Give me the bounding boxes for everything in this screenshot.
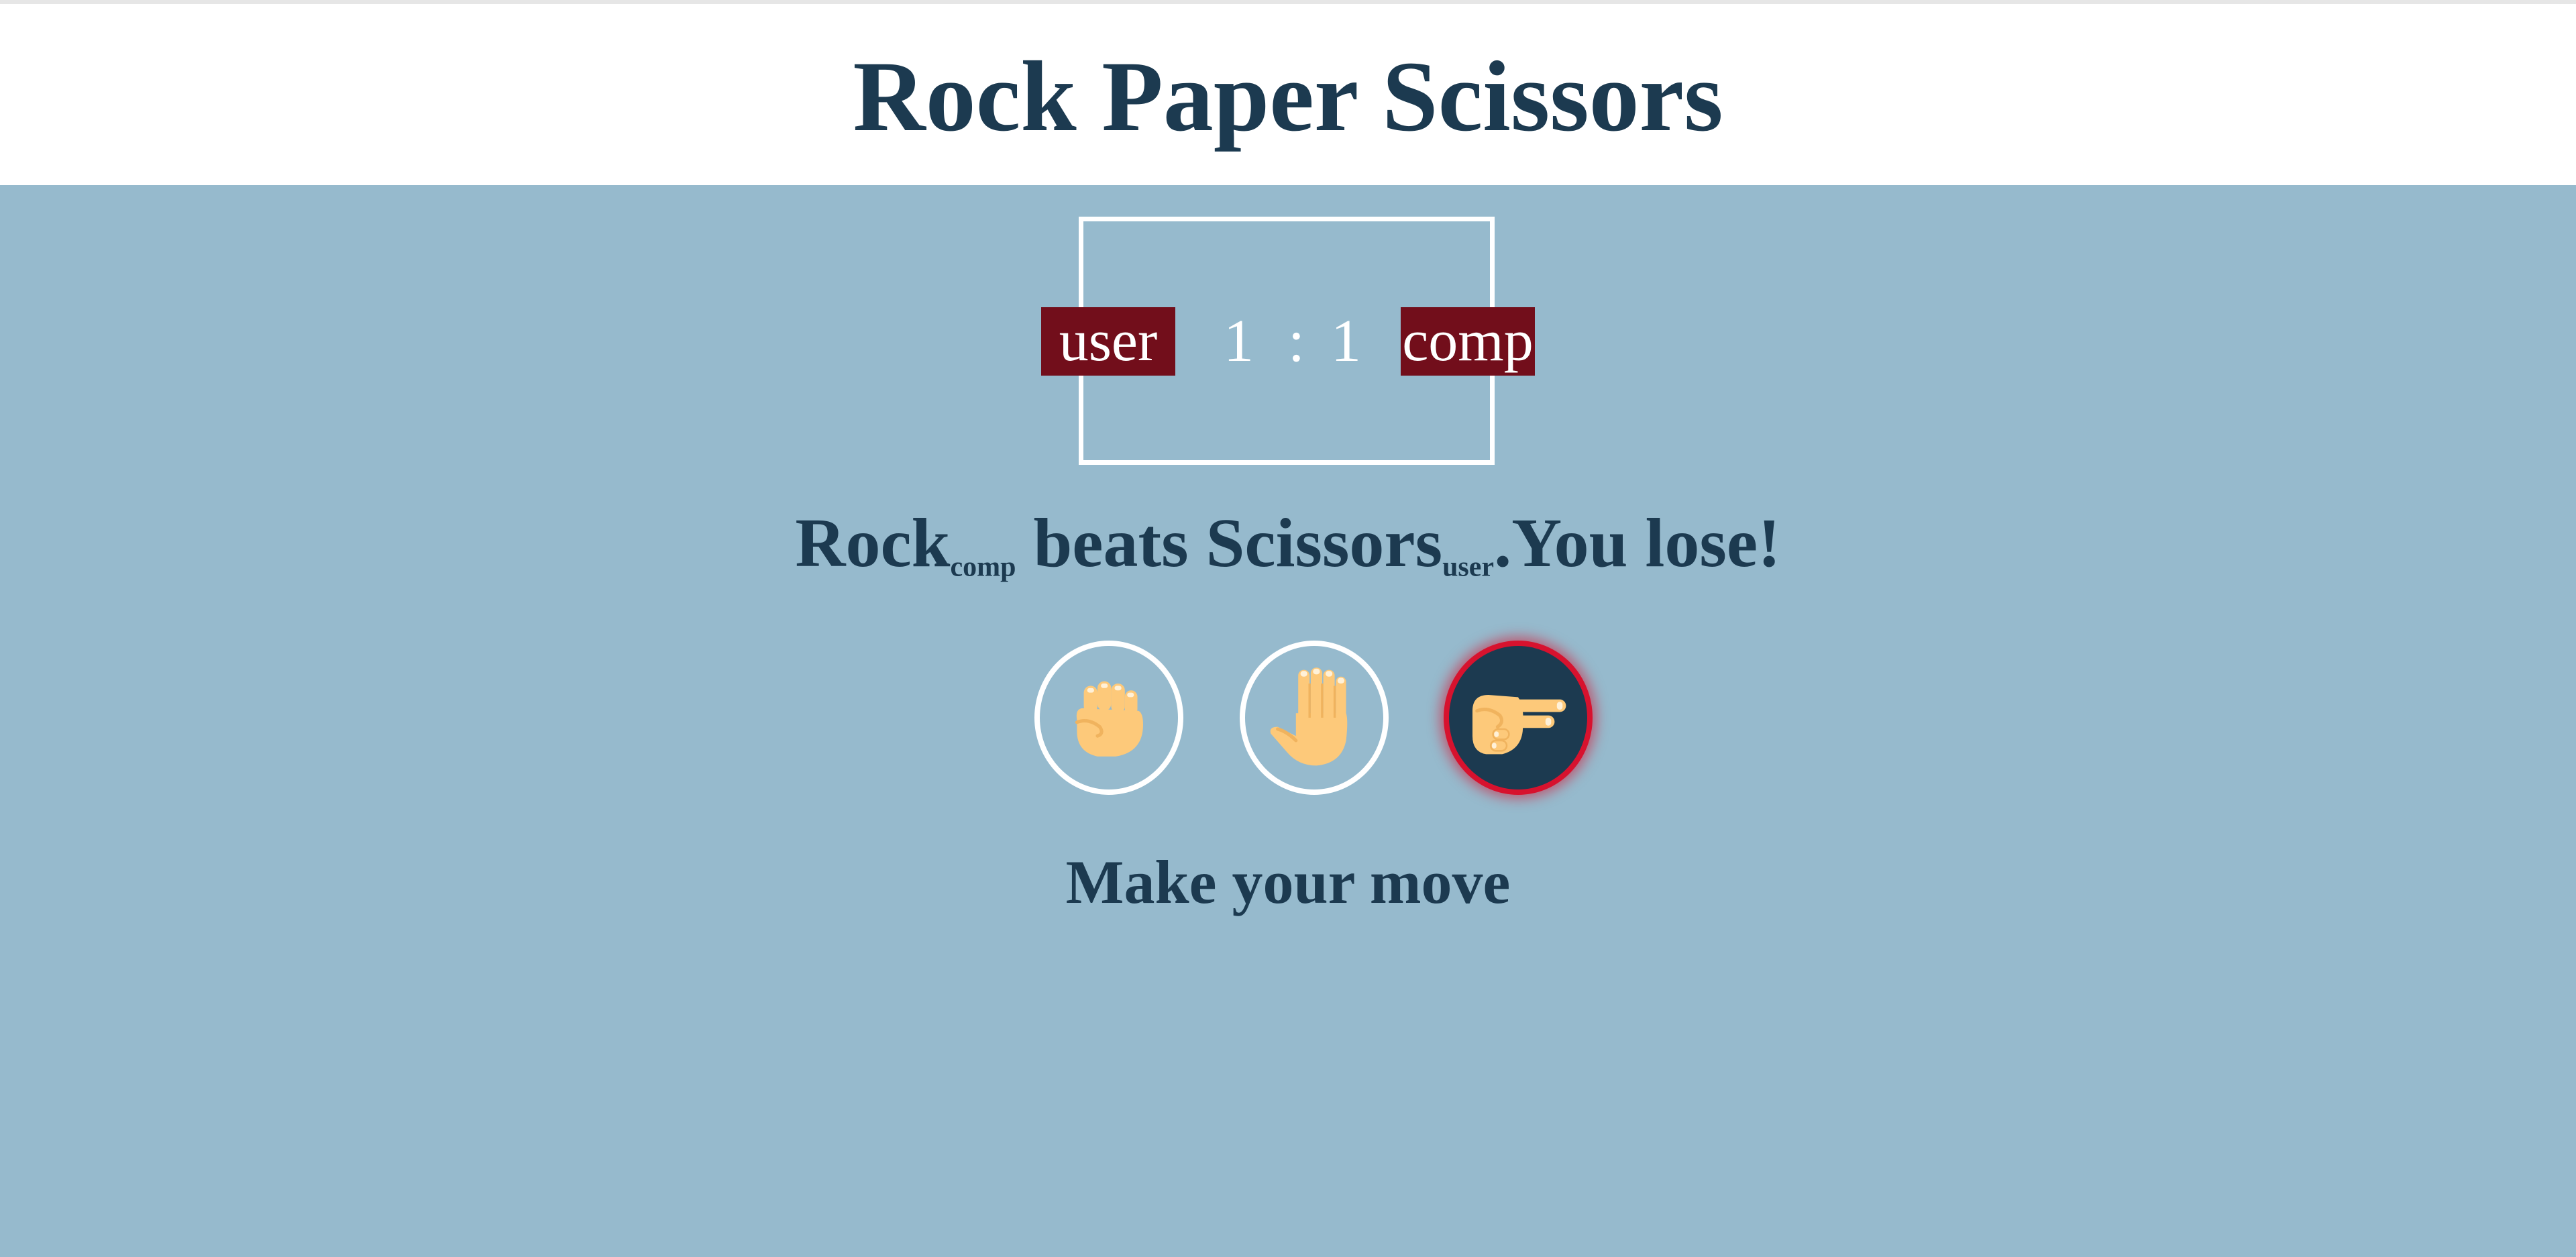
- result-outcome: .You lose!: [1494, 504, 1781, 582]
- scissors-button[interactable]: [1444, 641, 1593, 795]
- paper-button[interactable]: [1240, 641, 1389, 795]
- result-user-sub: user: [1442, 551, 1495, 583]
- result-user-move: Scissors: [1205, 504, 1443, 582]
- move-prompt: Make your move: [1065, 848, 1511, 916]
- fist-icon: [1075, 681, 1143, 757]
- open-hand-icon: [1270, 667, 1348, 766]
- user-score: 1: [1224, 308, 1254, 374]
- page-header: Rock Paper Scissors: [0, 4, 2576, 185]
- score-separator: :: [1288, 308, 1305, 374]
- result-comp-move: Rock: [795, 504, 951, 582]
- result-message: Rockcomp beats Scissorsuser.You lose!: [0, 503, 2576, 584]
- result-verb: beats: [1033, 504, 1189, 582]
- page-title: Rock Paper Scissors: [853, 41, 1723, 152]
- rock-button[interactable]: [1034, 641, 1183, 795]
- user-label-badge: user: [1041, 307, 1175, 376]
- result-comp-sub: comp: [950, 551, 1016, 583]
- victory-hand-icon: [1472, 695, 1566, 755]
- comp-label-badge: comp: [1401, 307, 1535, 376]
- comp-score: 1: [1331, 308, 1361, 374]
